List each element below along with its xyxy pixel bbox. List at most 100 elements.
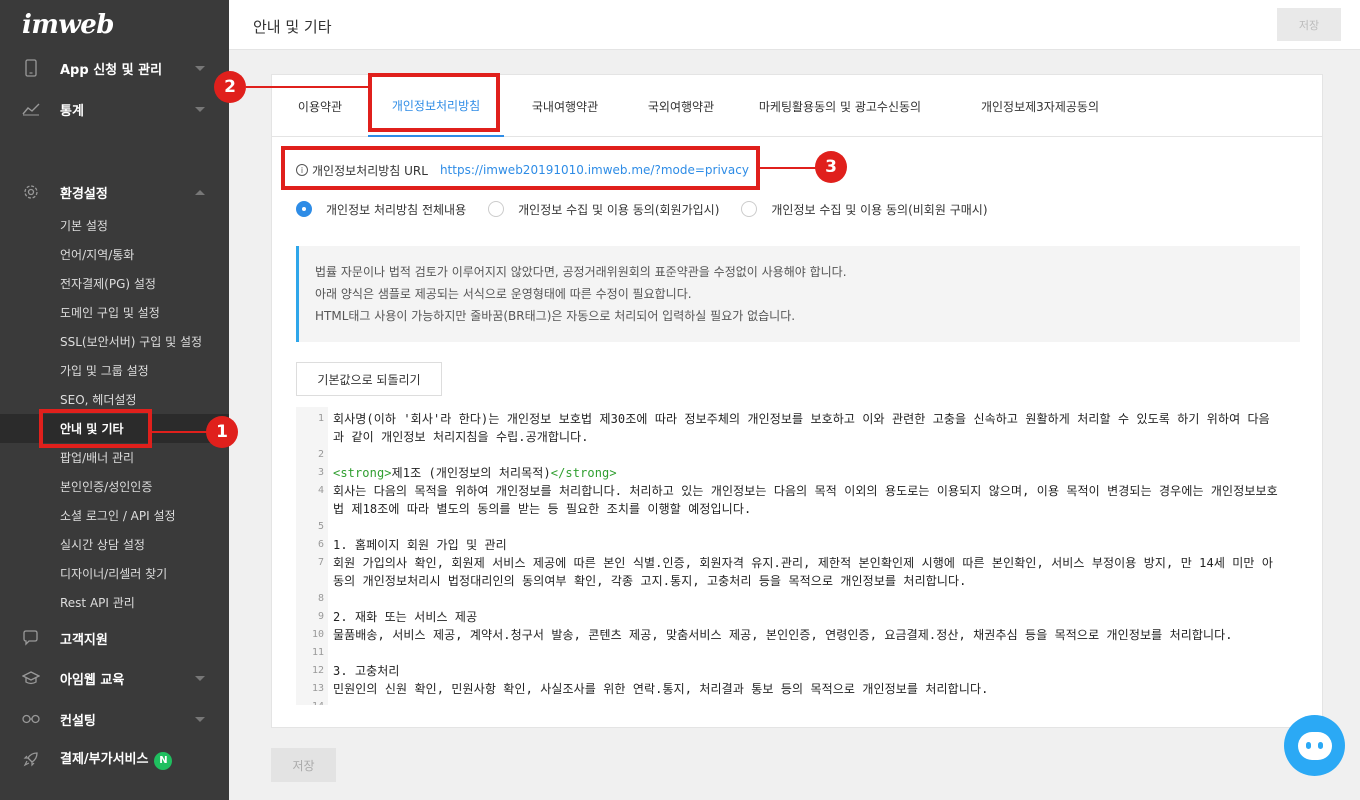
code-text: 물품배송, 서비스 제공, 계약서.청구서 발송, 콘텐츠 제공, 맞춤서비스 … xyxy=(333,628,1233,642)
code-text: 법 제18조에 따라 별도의 동의를 받는 등 필요한 조치를 이행할 예정입니… xyxy=(333,502,752,516)
sidebar-item-label: 환경설정 xyxy=(60,186,108,202)
rocket-icon xyxy=(22,750,40,768)
reset-default-button[interactable]: 기본값으로 되돌리기 xyxy=(296,362,442,396)
html-tag-close: </strong> xyxy=(550,466,617,480)
callout-box-1 xyxy=(39,409,152,448)
callout-line-1 xyxy=(152,431,212,433)
sidebar-item-consulting[interactable]: 컨설팅 xyxy=(0,699,229,739)
radio-label[interactable]: 개인정보 처리방침 전체내용 xyxy=(326,201,466,218)
notice-line: HTML태그 사용이 가능하지만 줄바꿈(BR태그)은 자동으로 처리되어 입력… xyxy=(315,309,796,323)
tab-third-party[interactable]: 개인정보제3자제공동의 xyxy=(944,75,1136,137)
html-tag-open: <strong> xyxy=(333,466,392,480)
sidebar-item-label: 고객지원 xyxy=(60,632,108,648)
privacy-type-radios: 개인정보 처리방침 전체내용 개인정보 수집 및 이용 동의(회원가입시) 개인… xyxy=(296,199,1010,219)
tab-overseas-travel[interactable]: 국외여행약관 xyxy=(626,75,736,137)
tab-domestic-travel[interactable]: 국내여행약관 xyxy=(504,75,626,137)
code-text: 회사는 다음의 목적을 위하여 개인정보를 처리합니다. 처리하고 있는 개인정… xyxy=(333,484,1278,498)
callout-badge-2: 2 xyxy=(214,71,246,103)
sidebar-item-payment[interactable]: 결제/부가서비스 N xyxy=(0,739,229,779)
sidebar-subitem[interactable]: 실시간 상담 설정 xyxy=(0,530,229,559)
sidebar-item-app[interactable]: App 신청 및 관리 xyxy=(0,48,229,88)
line-number: 13 xyxy=(311,683,324,694)
callout-box-2 xyxy=(368,73,500,132)
code-text: 과 같이 개인정보 처리지침을 수립.공개합니다. xyxy=(333,430,589,444)
code-text: 1. 홈페이지 회원 가입 및 관리 xyxy=(333,538,507,552)
new-badge: N xyxy=(154,751,173,770)
chevron-down-icon xyxy=(195,716,205,722)
sidebar: imweb App 신청 및 관리 통계 환경설정 기본 설정 언어/지역/통화… xyxy=(0,0,229,800)
notice-line: 아래 양식은 샘플로 제공되는 서식으로 운영형태에 따른 수정이 필요합니다. xyxy=(315,287,692,301)
line-number: 6 xyxy=(317,539,324,550)
callout-badge-3: 3 xyxy=(815,151,847,183)
chat-bubble-icon xyxy=(22,629,40,647)
radio-full-content[interactable] xyxy=(296,201,312,217)
chart-icon xyxy=(22,100,40,118)
sidebar-subitem[interactable]: Rest API 관리 xyxy=(0,588,229,617)
code-content: 제1조 (개인정보의 처리목적) xyxy=(391,466,551,480)
sidebar-item-text: 결제/부가서비스 xyxy=(60,752,149,768)
line-number: 11 xyxy=(311,647,324,658)
sidebar-subitem[interactable]: 가입 및 그룹 설정 xyxy=(0,356,229,385)
line-number: 5 xyxy=(317,521,324,532)
line-number: 10 xyxy=(311,629,324,640)
sidebar-subitem[interactable]: 기본 설정 xyxy=(0,211,229,240)
code-editor[interactable]: 1 회사명(이하 '회사'라 한다)는 개인정보 보호법 제30조에 따라 정보주… xyxy=(296,407,1300,705)
callout-line-3 xyxy=(760,167,818,169)
sidebar-item-settings[interactable]: 환경설정 xyxy=(0,172,229,212)
sidebar-item-label: 아임웹 교육 xyxy=(60,672,125,688)
graduation-cap-icon xyxy=(22,669,40,687)
callout-line-2 xyxy=(246,86,368,88)
sidebar-subitem[interactable]: 도메인 구입 및 설정 xyxy=(0,298,229,327)
line-number: 12 xyxy=(311,665,324,676)
code-text: 회원 가입의사 확인, 회원제 서비스 제공에 따른 본인 식별.인증, 회원자… xyxy=(333,556,1274,570)
code-text: 회사명(이하 '회사'라 한다)는 개인정보 보호법 제30조에 따라 정보주체… xyxy=(333,412,1270,426)
sidebar-item-label: 통계 xyxy=(60,103,84,119)
code-text: 동의 개인정보처리시 법정대리인의 동의여부 확인, 각종 고지.통지, 고충처… xyxy=(333,574,967,588)
radio-label[interactable]: 개인정보 수집 및 이용 동의(회원가입시) xyxy=(518,201,719,218)
tab-marketing-consent[interactable]: 마케팅활용동의 및 광고수신동의 xyxy=(736,75,944,137)
callout-box-3 xyxy=(281,146,760,190)
chevron-down-icon xyxy=(195,106,205,112)
live-chat-button[interactable] xyxy=(1284,715,1345,776)
sidebar-subitem[interactable]: 언어/지역/통화 xyxy=(0,240,229,269)
line-number: 2 xyxy=(317,449,324,460)
line-number: 4 xyxy=(317,485,324,496)
sidebar-subitem[interactable]: SSL(보안서버) 구입 및 설정 xyxy=(0,327,229,356)
imweb-logo[interactable]: imweb xyxy=(22,10,115,40)
code-text: <strong>제1조 (개인정보의 처리목적)</strong> xyxy=(333,464,1295,482)
line-number: 3 xyxy=(317,467,324,478)
mobile-icon xyxy=(22,59,40,77)
page-title: 안내 및 기타 xyxy=(253,18,332,36)
save-button-bottom[interactable]: 저장 xyxy=(271,748,336,782)
line-number: 9 xyxy=(317,611,324,622)
radio-guest-purchase[interactable] xyxy=(741,201,758,217)
sidebar-item-label: 컨설팅 xyxy=(60,713,96,729)
save-button-top[interactable]: 저장 xyxy=(1277,8,1341,41)
code-text: 2. 재화 또는 서비스 제공 xyxy=(333,610,478,624)
gear-icon xyxy=(22,183,40,201)
sidebar-item-support[interactable]: 고객지원 xyxy=(0,618,229,658)
sidebar-item-stats[interactable]: 통계 xyxy=(0,89,229,129)
chevron-up-icon xyxy=(195,189,205,195)
line-number: 1 xyxy=(317,413,324,424)
page-header: 안내 및 기타 저장 xyxy=(229,0,1360,50)
chevron-down-icon xyxy=(195,675,205,681)
chat-icon xyxy=(1297,731,1332,760)
chevron-down-icon xyxy=(195,65,205,71)
notice-line: 법률 자문이나 법적 검토가 이루어지지 않았다면, 공정거래위원회의 표준약관… xyxy=(315,265,847,279)
line-number: 14 xyxy=(296,698,324,705)
sidebar-subitem[interactable]: 본인인증/성인인증 xyxy=(0,472,229,501)
line-number: 8 xyxy=(317,593,324,604)
sidebar-subitem[interactable]: 소셜 로그인 / API 설정 xyxy=(0,501,229,530)
callout-badge-1: 1 xyxy=(206,416,238,448)
glasses-icon xyxy=(22,710,40,728)
sidebar-item-label: App 신청 및 관리 xyxy=(60,62,163,78)
radio-member-signup[interactable] xyxy=(488,201,505,217)
sidebar-subitem[interactable]: 디자이너/리셀러 찾기 xyxy=(0,559,229,588)
code-text: 3. 고충처리 xyxy=(333,664,400,678)
radio-label[interactable]: 개인정보 수집 및 이용 동의(비회원 구매시) xyxy=(771,201,987,218)
sidebar-item-education[interactable]: 아임웹 교육 xyxy=(0,658,229,698)
tab-terms[interactable]: 이용약관 xyxy=(272,75,368,137)
line-number: 7 xyxy=(317,557,324,568)
sidebar-subitem[interactable]: 전자결제(PG) 설정 xyxy=(0,269,229,298)
